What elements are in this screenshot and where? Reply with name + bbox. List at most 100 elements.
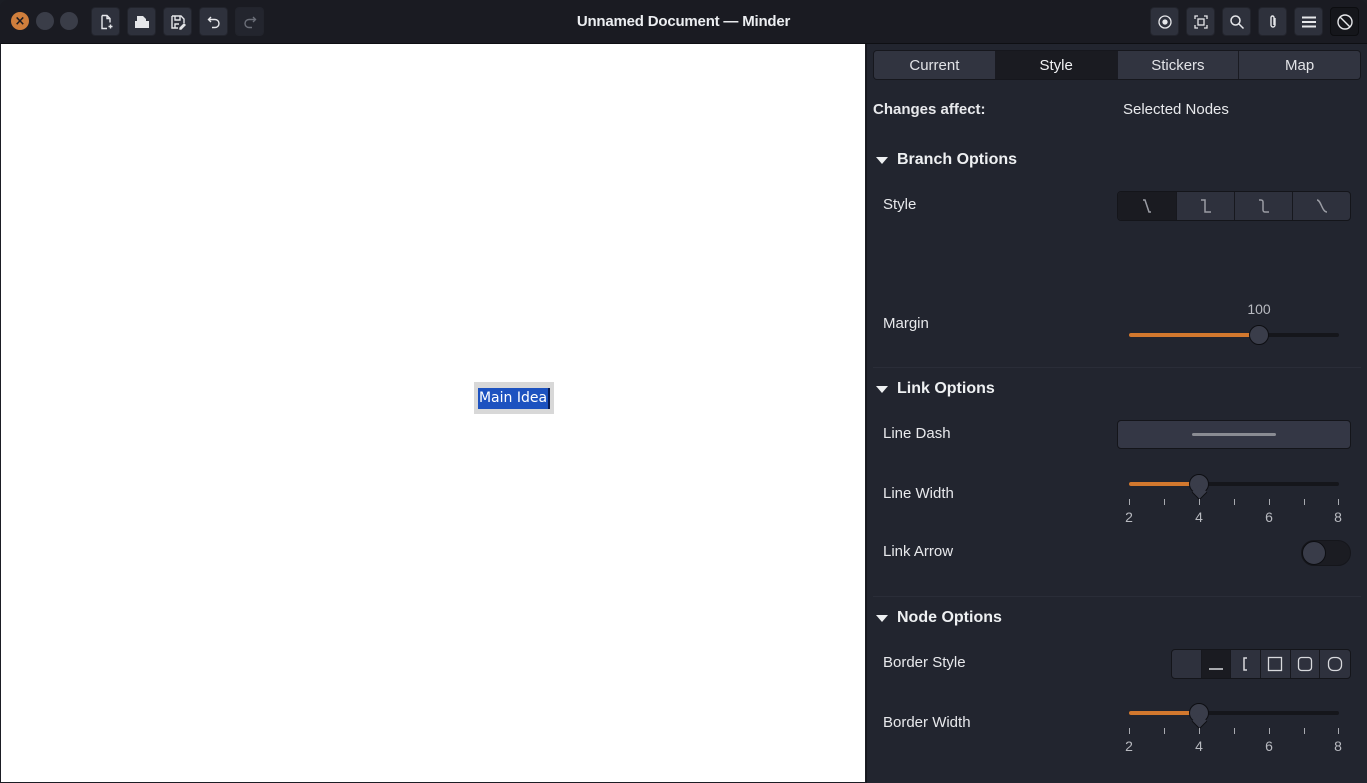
margin-slider-knob[interactable] (1249, 325, 1269, 345)
margin-label: Margin (883, 315, 929, 332)
margin-value: 100 (1247, 301, 1271, 317)
node-options-header[interactable]: Node Options (873, 609, 1002, 627)
properties-sidebar: Current Style Stickers Map Changes affec… (866, 44, 1367, 783)
hamburger-menu-icon (1301, 16, 1316, 27)
link-arrow-label: Link Arrow (883, 543, 954, 560)
mind-map-canvas[interactable]: Main Idea (1, 44, 865, 782)
border-style-square[interactable] (1261, 650, 1291, 678)
border-style-none[interactable] (1172, 650, 1202, 678)
link-arrow-switch[interactable] (1301, 540, 1351, 566)
tick-label: 6 (1265, 738, 1273, 754)
slider-tick (1269, 728, 1270, 734)
border-width-slider-knob[interactable] (1189, 703, 1209, 723)
square-border-icon (1268, 656, 1283, 672)
branch-style-squared[interactable] (1177, 192, 1235, 220)
undo-icon (207, 16, 220, 28)
line-width-label: Line Width (883, 485, 954, 502)
tick-label: 4 (1195, 738, 1203, 754)
border-width-label: Border Width (883, 714, 971, 731)
branch-style-curved[interactable] (1293, 192, 1350, 220)
line-width-slider-knob[interactable] (1189, 474, 1209, 494)
rounded-border-icon (1297, 656, 1313, 672)
border-style-label: Border Style (883, 654, 966, 671)
attachments-button[interactable] (1258, 7, 1287, 36)
solid-line-preview-icon (1192, 433, 1276, 436)
tick-label: 2 (1125, 738, 1133, 754)
close-icon: × (14, 13, 26, 29)
root-node[interactable]: Main Idea (474, 382, 554, 414)
link-arrow-switch-knob (1302, 541, 1326, 565)
section-divider (873, 367, 1361, 368)
slider-tick (1234, 728, 1235, 734)
border-width-slider[interactable]: 2 4 6 8 (1125, 703, 1342, 754)
margin-slider-fill (1129, 333, 1259, 337)
slider-tick (1304, 499, 1305, 505)
margin-slider[interactable]: 100 (1129, 301, 1339, 345)
redo-icon (243, 16, 256, 28)
target-icon (1157, 14, 1172, 29)
slider-tick (1338, 499, 1339, 505)
properties-toggle-button[interactable] (1330, 7, 1359, 36)
window-maximize-button[interactable] (60, 12, 78, 30)
no-entry-icon (1336, 13, 1353, 30)
tab-current[interactable]: Current (874, 51, 996, 79)
root-node-text-input[interactable]: Main Idea (477, 387, 551, 409)
section-divider (873, 596, 1361, 597)
link-options-header[interactable]: Link Options (873, 380, 995, 398)
tick-label: 4 (1195, 509, 1203, 525)
node-options-title: Node Options (897, 609, 1002, 626)
expand-triangle-icon (876, 614, 888, 622)
slider-tick (1129, 499, 1130, 505)
border-style-selector (1171, 649, 1351, 679)
open-folder-icon (134, 15, 149, 28)
redo-button[interactable] (235, 7, 264, 36)
changes-affect-label: Changes affect: (873, 101, 986, 118)
branch-options-title: Branch Options (897, 151, 1018, 168)
slider-tick (1129, 728, 1130, 734)
zoom-fit-button[interactable] (1186, 7, 1215, 36)
save-as-button[interactable] (163, 7, 192, 36)
branch-curved-icon (1316, 199, 1327, 213)
expand-triangle-icon (876, 385, 888, 393)
expand-triangle-icon (876, 156, 888, 164)
slider-tick (1164, 728, 1165, 734)
border-style-pill[interactable] (1320, 650, 1350, 678)
slider-tick (1164, 499, 1165, 505)
changes-affect-value[interactable]: Selected Nodes (1123, 101, 1229, 118)
window-close-button[interactable]: × (11, 12, 29, 30)
border-style-underline[interactable] (1201, 650, 1232, 678)
slider-tick (1199, 728, 1200, 734)
border-style-rounded[interactable] (1291, 650, 1321, 678)
branch-style-selector (1117, 191, 1351, 221)
branch-style-rounded[interactable] (1235, 192, 1293, 220)
pill-border-icon (1328, 656, 1343, 672)
slider-tick (1234, 499, 1235, 505)
paperclip-icon (1269, 14, 1276, 28)
tab-style[interactable]: Style (995, 51, 1118, 79)
search-button[interactable] (1222, 7, 1251, 36)
tick-label: 2 (1125, 509, 1133, 525)
branch-options-header[interactable]: Branch Options (873, 151, 1017, 169)
branch-style-label: Style (883, 196, 917, 213)
undo-button[interactable] (199, 7, 228, 36)
tick-label: 8 (1334, 509, 1342, 525)
line-width-slider[interactable]: 2 4 6 8 (1125, 474, 1342, 525)
link-options-title: Link Options (897, 380, 995, 397)
slider-tick (1304, 728, 1305, 734)
tab-stickers[interactable]: Stickers (1117, 51, 1240, 79)
branch-style-straight[interactable] (1118, 192, 1177, 220)
open-button[interactable] (127, 7, 156, 36)
window-minimize-button[interactable] (36, 12, 54, 30)
new-file-button[interactable] (91, 7, 120, 36)
branch-rounded-icon (1258, 199, 1269, 213)
focus-mode-button[interactable] (1150, 7, 1179, 36)
line-dash-dropdown[interactable] (1117, 420, 1351, 449)
line-dash-label: Line Dash (883, 425, 951, 442)
slider-tick (1338, 728, 1339, 734)
bracket-border-icon (1242, 657, 1247, 671)
tab-map[interactable]: Map (1239, 51, 1360, 79)
main-menu-button[interactable] (1294, 7, 1323, 36)
header-bar: × Unnamed Document — Minder (0, 0, 1367, 44)
border-style-bracket[interactable] (1231, 650, 1262, 678)
slider-tick (1269, 499, 1270, 505)
